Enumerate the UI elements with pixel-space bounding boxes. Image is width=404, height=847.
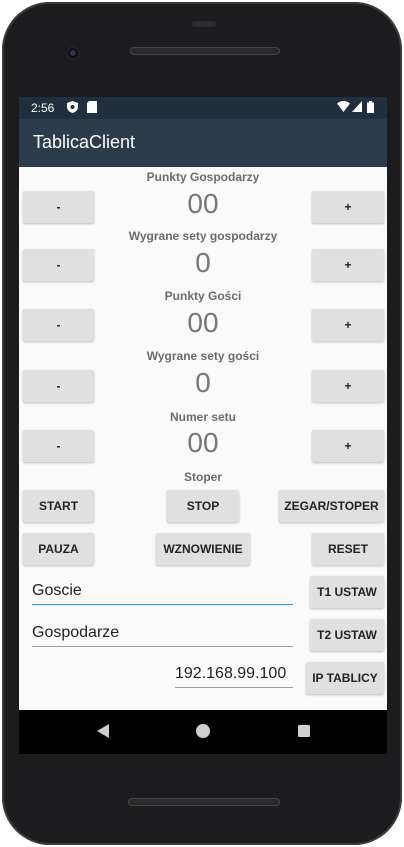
clock-stopwatch-toggle-button[interactable]: ZEGAR/STOPER — [279, 490, 384, 522]
set-number-plus-button[interactable]: + — [312, 430, 384, 462]
status-bar: 2:56 — [19, 97, 387, 119]
back-icon[interactable] — [97, 724, 109, 738]
team1-name-input[interactable]: Goscie — [32, 578, 293, 605]
top-speaker-grille — [130, 47, 280, 55]
home-icon[interactable] — [196, 724, 210, 738]
recent-apps-icon[interactable] — [298, 725, 310, 737]
screen: 2:56 TablicaClient Punkty Gospodarzy - 0… — [19, 97, 387, 710]
app-title: TablicaClient — [33, 132, 136, 152]
stop-button[interactable]: STOP — [167, 490, 239, 522]
reset-button[interactable]: RESET — [312, 533, 384, 565]
team1-set-button[interactable]: T1 USTAW — [310, 576, 384, 608]
app-bar: TablicaClient — [19, 119, 387, 167]
resume-button[interactable]: WZNOWIENIE — [156, 533, 250, 565]
status-time: 2:56 — [31, 101, 55, 115]
home-sets-plus-button[interactable]: + — [312, 249, 384, 281]
pause-button[interactable]: PAUZA — [23, 533, 94, 565]
earpiece-notch — [192, 21, 216, 27]
wifi-icon — [337, 101, 350, 115]
start-button[interactable]: START — [23, 490, 94, 522]
scoreboard-panel: Punkty Gospodarzy - 00 + Wygrane sety go… — [19, 167, 387, 710]
signal-icon — [352, 101, 362, 115]
front-camera — [66, 46, 80, 60]
guest-sets-plus-button[interactable]: + — [312, 370, 384, 402]
board-ip-input[interactable]: 192.168.99.100 — [175, 661, 293, 688]
team2-name-input[interactable]: Gospodarze — [32, 620, 293, 647]
home-sets-label: Wygrane sety gospodarzy — [128, 229, 278, 243]
guest-sets-label: Wygrane sety gości — [146, 349, 260, 363]
shield-icon — [67, 101, 78, 116]
set-number-label: Numer setu — [169, 410, 237, 424]
sd-card-icon — [87, 101, 97, 116]
timer-label: Stoper — [183, 470, 222, 484]
guest-points-plus-button[interactable]: + — [312, 309, 384, 341]
home-points-plus-button[interactable]: + — [312, 191, 384, 223]
home-points-label: Punkty Gospodarzy — [146, 170, 260, 184]
board-ip-button[interactable]: IP TABLICY — [306, 662, 384, 694]
team2-set-button[interactable]: T2 USTAW — [310, 619, 384, 651]
guest-points-label: Punkty Gości — [164, 289, 242, 303]
bottom-speaker-grille — [128, 798, 280, 806]
navigation-bar — [19, 710, 387, 754]
battery-icon — [367, 101, 374, 116]
